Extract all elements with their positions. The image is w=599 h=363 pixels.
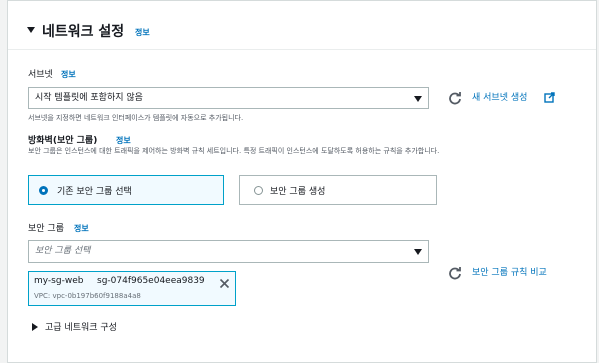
subnet-select[interactable]: 시작 템플릿에 포함하지 않음 [28, 87, 429, 109]
dropdown-caret-icon [414, 249, 422, 255]
security-group-placeholder: 보안 그룹 선택 [35, 246, 91, 256]
external-link-icon[interactable] [544, 92, 555, 103]
subnet-help-text: 서브넷을 지정하면 네트워크 인터페이스가 템플릿에 자동으로 추가됩니다. [28, 114, 244, 122]
dropdown-caret-icon [414, 96, 422, 102]
token-vpc-id: VPC: vpc-0b197b60f9188a4a8 [34, 292, 141, 300]
section-title: 네트워크 설정 [42, 24, 125, 40]
firewall-info-link[interactable]: 정보 [116, 135, 131, 146]
radio-unselected-icon[interactable] [254, 186, 263, 195]
existing-sg-label: 기존 보안 그룹 선택 [57, 187, 132, 197]
token-sg-name: my-sg-web [34, 276, 84, 286]
subnet-info-link[interactable]: 정보 [61, 69, 76, 80]
refresh-icon[interactable] [448, 266, 462, 280]
create-subnet-link[interactable]: 새 서브넷 생성 [472, 90, 527, 103]
security-group-label: 보안 그룹 [28, 224, 64, 234]
advanced-network-toggle[interactable]: 고급 네트워크 구성 [45, 320, 117, 333]
radio-selected-icon[interactable] [39, 186, 48, 195]
create-sg-label: 보안 그룹 생성 [270, 187, 326, 197]
token-sg-id: sg-074f965e04eea9839 [97, 276, 205, 286]
close-icon[interactable] [219, 278, 230, 289]
firewall-label: 방화벽(보안 그룹) [28, 136, 98, 146]
subnet-select-value: 시작 템플릿에 포함하지 않음 [35, 93, 143, 103]
create-sg-option[interactable]: 보안 그룹 생성 [239, 175, 437, 205]
security-group-select[interactable]: 보안 그룹 선택 [28, 240, 429, 263]
subnet-label: 서브넷 [28, 70, 53, 80]
security-group-info-link[interactable]: 정보 [74, 223, 89, 234]
section-info-link[interactable]: 정보 [135, 27, 150, 38]
compare-sg-rules-link[interactable]: 보안 그룹 규칙 비교 [472, 265, 547, 278]
refresh-icon[interactable] [448, 91, 462, 105]
firewall-description: 보안 그룹은 인스턴스에 대한 트래픽을 제어하는 방화벽 규칙 세트입니다. … [28, 147, 440, 155]
network-settings-panel: 네트워크 설정 정보 서브넷 정보 시작 템플릿에 포함하지 않음 새 서브넷 … [7, 0, 597, 363]
existing-sg-option[interactable]: 기존 보안 그룹 선택 [28, 175, 224, 205]
caret-right-icon[interactable] [32, 323, 38, 331]
security-group-token: my-sg-web sg-074f965e04eea9839 VPC: vpc-… [28, 271, 236, 306]
section-header[interactable]: 네트워크 설정 정보 [8, 1, 596, 50]
caret-down-icon[interactable] [27, 27, 35, 33]
